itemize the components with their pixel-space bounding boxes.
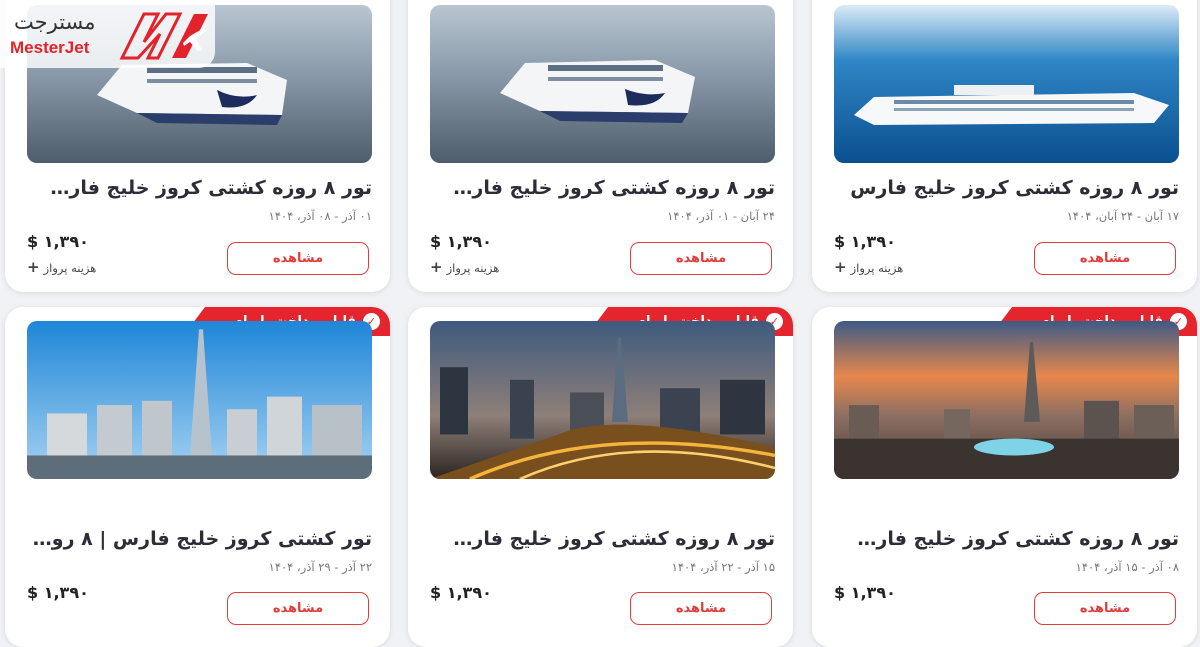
tour-price: $ ۱,۳۹۰ bbox=[430, 583, 492, 602]
dubai-night-photo bbox=[430, 321, 775, 479]
flight-cost-note: + هزینه پرواز bbox=[27, 258, 97, 276]
flight-cost-note: + هزینه پرواز bbox=[834, 258, 904, 276]
tour-dates: ۱۷ آبان - ۲۴ آبان، ۱۴۰۴ bbox=[1066, 209, 1179, 223]
tour-title[interactable]: تور ۸ روزه کشتی کروز خلیج فارس ... bbox=[430, 528, 775, 550]
brand-name-en: MesterJet bbox=[10, 38, 90, 57]
tour-price: $ ۱,۳۹۰ bbox=[834, 232, 896, 251]
dubai-skyline-photo bbox=[27, 321, 372, 479]
view-button[interactable]: مشاهده bbox=[227, 242, 369, 275]
tour-title[interactable]: تور ۸ روزه کشتی کروز خلیج فارس ... bbox=[27, 177, 372, 199]
plus-icon: + bbox=[430, 258, 443, 276]
tour-dates: ۱۵ آذر - ۲۲ آذر، ۱۴۰۴ bbox=[671, 560, 775, 574]
view-button[interactable]: مشاهده bbox=[1034, 592, 1176, 625]
plus-icon: + bbox=[834, 258, 847, 276]
plus-icon: + bbox=[27, 258, 40, 276]
tour-dates: ۲۲ آذر - ۲۹ آذر، ۱۴۰۴ bbox=[268, 560, 372, 574]
tour-price: $ ۱,۳۹۰ bbox=[27, 583, 89, 602]
plane-logo-icon bbox=[119, 12, 208, 60]
view-button[interactable]: مشاهده bbox=[630, 592, 772, 625]
tour-title[interactable]: تور کشتی کروز خلیج فارس | ۸ روز... bbox=[27, 528, 372, 550]
tour-dates: ۲۴ آبان - ۰۱ آذر، ۱۴۰۴ bbox=[667, 209, 775, 223]
tour-dates: ۰۱ آذر - ۰۸ آذر، ۱۴۰۴ bbox=[268, 209, 372, 223]
tour-title[interactable]: تور ۸ روزه کشتی کروز خلیج فارس ... bbox=[430, 177, 775, 199]
dubai-sunset-photo bbox=[834, 321, 1179, 479]
cruise-ship-photo bbox=[834, 5, 1179, 163]
tour-card[interactable]: ✓قابل پرداخت با وام تور کشتی کروز خلیج ف… bbox=[5, 307, 390, 647]
view-button[interactable]: مشاهده bbox=[227, 592, 369, 625]
tour-dates: ۰۸ آذر - ۱۵ آذر، ۱۴۰۴ bbox=[1075, 560, 1179, 574]
tour-card[interactable]: ✓قابل پرداخت با وام تور ۸ روزه کشتی کروز… bbox=[408, 307, 793, 647]
flight-cost-note: + هزینه پرواز bbox=[430, 258, 500, 276]
tour-price: $ ۱,۳۹۰ bbox=[430, 232, 492, 251]
tour-card[interactable]: تور ۸ روزه کشتی کروز خلیج فارس ... ۲۴ آب… bbox=[408, 0, 793, 292]
cruise-ship-photo bbox=[430, 5, 775, 163]
tour-price: $ ۱,۳۹۰ bbox=[834, 583, 896, 602]
tour-title[interactable]: تور ۸ روزه کشتی کروز خلیج فارس bbox=[834, 177, 1179, 199]
tour-price: $ ۱,۳۹۰ bbox=[27, 232, 89, 251]
tour-card[interactable]: تور ۸ روزه کشتی کروز خلیج فارس ۱۷ آبان -… bbox=[812, 0, 1197, 292]
view-button[interactable]: مشاهده bbox=[1034, 242, 1176, 275]
brand-logo[interactable]: مسترجت MesterJet bbox=[0, 0, 215, 68]
tour-title[interactable]: تور ۸ روزه کشتی کروز خلیج فارس ... bbox=[834, 528, 1179, 550]
view-button[interactable]: مشاهده bbox=[630, 242, 772, 275]
tour-card[interactable]: ✓قابل پرداخت با وام تور ۸ روزه کشتی کروز… bbox=[812, 307, 1197, 647]
brand-name-fa: مسترجت bbox=[14, 10, 96, 34]
